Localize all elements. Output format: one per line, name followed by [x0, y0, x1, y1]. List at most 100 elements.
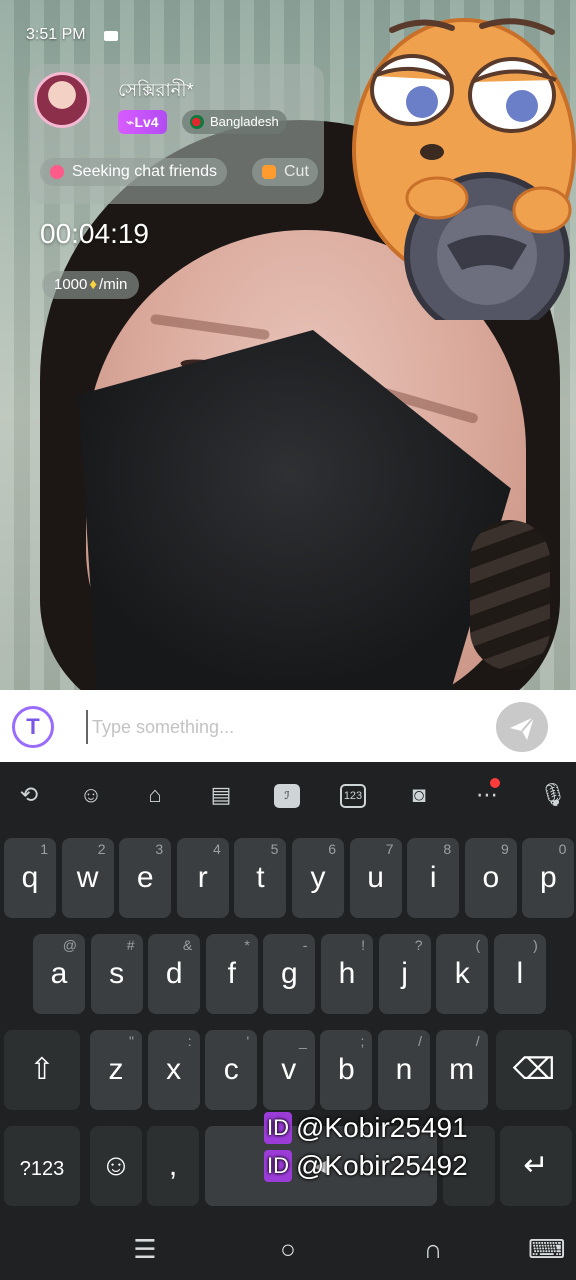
key-label: q: [21, 861, 39, 894]
key-s[interactable]: s #: [90, 934, 143, 1014]
key-label: k: [454, 957, 470, 990]
translate-t-icon[interactable]: T: [12, 706, 54, 748]
keyboard-toolbar: ⟲ ☺ ⌂ ▤ ℐ 123 ◙ ⋯ 🎙: [0, 762, 576, 828]
key-h[interactable]: h!: [321, 934, 373, 1014]
key-e[interactable]: e3: [119, 838, 172, 918]
screen-record-icon: [104, 31, 118, 41]
key-i[interactable]: i8: [407, 838, 460, 918]
key-hint: 7: [385, 841, 394, 857]
key-label: u: [367, 861, 384, 894]
call-rate: 1000 ♦/min: [42, 271, 140, 299]
key-label: e: [136, 861, 154, 894]
key-c[interactable]: c ': [205, 1030, 258, 1110]
shift-icon: ⇧: [29, 1053, 55, 1086]
key-f[interactable]: f *: [205, 934, 258, 1014]
send-icon: [510, 716, 535, 740]
clipboard-icon[interactable]: ▤: [206, 780, 236, 810]
key-hint: 3: [155, 841, 164, 857]
key-label: m: [449, 1053, 475, 1086]
watermark-line: ID @Kobir25492: [264, 1150, 468, 1182]
country-badge: Bangladesh: [182, 110, 287, 134]
enter-icon: ↵: [523, 1149, 549, 1182]
key-x[interactable]: x:: [147, 1030, 200, 1110]
enter-key[interactable]: ↵: [500, 1126, 572, 1206]
send-button[interactable]: [496, 702, 548, 752]
key-w[interactable]: w2: [61, 838, 114, 918]
comma-key[interactable]: ,: [147, 1126, 199, 1206]
key-hint: :: [187, 1033, 192, 1049]
store-icon[interactable]: ⌂: [140, 780, 170, 810]
number-pad-icon[interactable]: 123: [338, 780, 368, 810]
key-t[interactable]: t5: [234, 838, 287, 918]
key-o[interactable]: o9: [464, 838, 517, 918]
tag-icon: [262, 165, 276, 179]
backspace-key[interactable]: ⌫: [496, 1030, 572, 1110]
back-icon[interactable]: ∩: [418, 1234, 448, 1264]
symbols-key[interactable]: ?123: [4, 1126, 80, 1206]
key-label: a: [50, 957, 68, 990]
key-m[interactable]: m /: [435, 1030, 488, 1110]
backspace-icon: ⌫: [512, 1053, 556, 1086]
key-label: d: [165, 957, 183, 990]
watermark-handle: @Kobir25491: [296, 1112, 468, 1143]
key-a[interactable]: a @: [33, 934, 85, 1014]
key-hint: ': [246, 1033, 250, 1049]
key-b[interactable]: b;: [320, 1030, 373, 1110]
rate-amount: 1000: [54, 276, 88, 293]
translate-icon[interactable]: ⟲: [14, 780, 44, 810]
tag-cut: Cut: [252, 158, 318, 186]
avatar[interactable]: [34, 72, 90, 128]
key-hint: @: [62, 937, 77, 953]
shift-key[interactable]: ⇧: [4, 1030, 80, 1110]
key-label: t: [256, 861, 265, 894]
key-l[interactable]: l): [493, 934, 546, 1014]
key-hint: /: [418, 1033, 422, 1049]
key-label: h: [338, 957, 356, 990]
emoji-key-icon: ☺: [100, 1149, 132, 1182]
key-q[interactable]: q1: [4, 838, 56, 918]
key-g[interactable]: g-: [263, 934, 316, 1014]
key-label: x: [166, 1053, 182, 1086]
emoji-key[interactable]: ☺: [90, 1126, 142, 1206]
key-hint: ": [129, 1033, 134, 1049]
username: সেক্সিরানী*: [118, 80, 194, 100]
key-y[interactable]: y6: [292, 838, 344, 918]
id-badge: ID: [264, 1112, 292, 1144]
key-hint: *: [244, 937, 250, 953]
key-hint: 5: [270, 841, 279, 857]
tag-label: Cut: [284, 163, 309, 180]
key-label: o: [482, 861, 500, 894]
key-k[interactable]: k(: [436, 934, 489, 1014]
system-nav-bar: ☰ ○ ∩ ⌨: [0, 1216, 576, 1280]
key-d[interactable]: d &: [148, 934, 201, 1014]
mic-icon[interactable]: 🎙: [538, 780, 568, 810]
recents-icon[interactable]: ☰: [130, 1234, 160, 1264]
key-hint: 0: [558, 841, 567, 857]
key-hint: #: [126, 937, 135, 953]
key-hint: _: [299, 1033, 307, 1049]
key-u[interactable]: u7: [349, 838, 402, 918]
key-label: j: [401, 957, 408, 990]
emoji-icon[interactable]: ☺: [76, 780, 106, 810]
key-label: ,: [168, 1149, 178, 1182]
key-p[interactable]: p0: [522, 838, 575, 918]
key-label: b: [338, 1053, 355, 1086]
key-label: p: [540, 861, 557, 894]
keyboard-switch-icon[interactable]: ⌨: [528, 1234, 566, 1264]
home-icon[interactable]: ○: [273, 1234, 303, 1264]
key-label: s: [109, 957, 125, 990]
key-hint: 2: [97, 841, 106, 857]
key-v[interactable]: v _: [262, 1030, 315, 1110]
heart-icon: [50, 165, 64, 179]
screenshot-icon[interactable]: ◙: [404, 780, 434, 810]
key-j[interactable]: j?: [378, 934, 431, 1014]
level-badge: ⌁Lv4: [118, 110, 167, 134]
key-n[interactable]: n /: [378, 1030, 430, 1110]
key-z[interactable]: z ": [90, 1030, 142, 1110]
key-label: i: [429, 861, 437, 894]
id-badge: ID: [264, 1150, 292, 1182]
key-r[interactable]: r4: [176, 838, 229, 918]
handwriting-icon[interactable]: ℐ: [272, 780, 302, 810]
message-input[interactable]: [86, 710, 466, 744]
country-label: Bangladesh: [210, 114, 279, 129]
